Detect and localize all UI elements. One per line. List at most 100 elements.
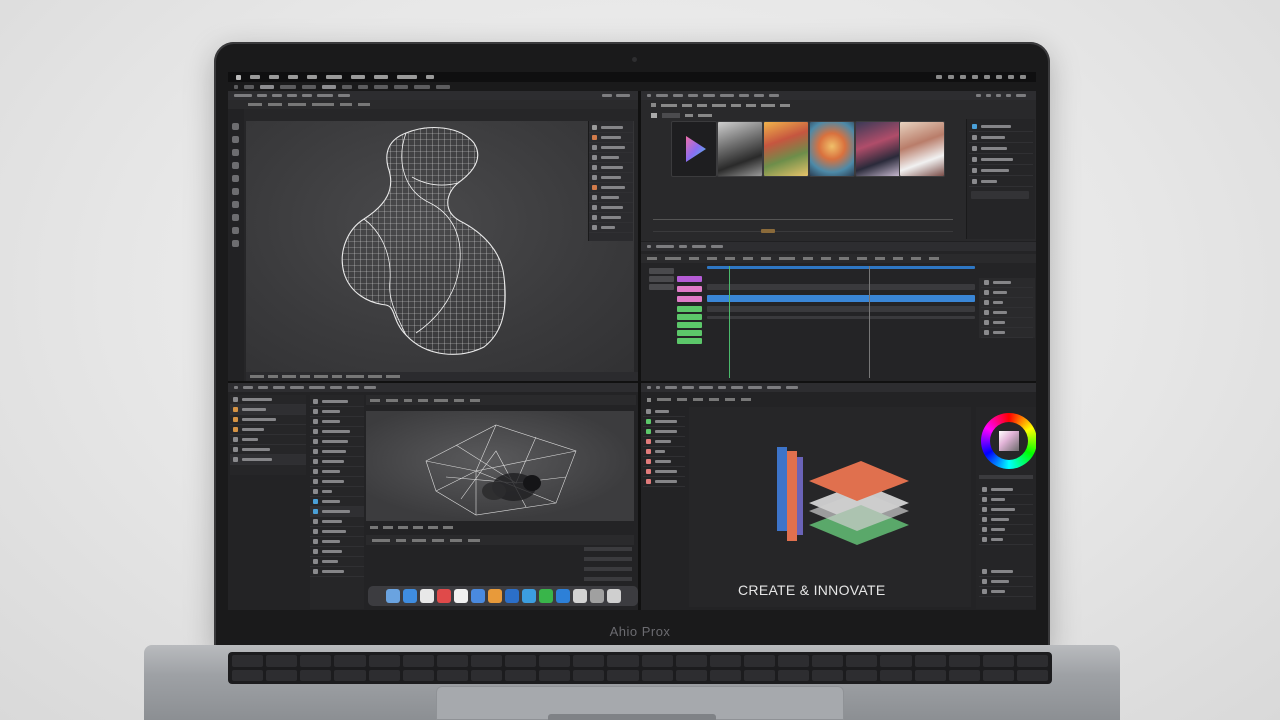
- toolbar-button[interactable]: [302, 84, 316, 89]
- clip-green[interactable]: [677, 306, 702, 312]
- toolbar-button[interactable]: [374, 84, 388, 89]
- finder-icon[interactable]: [385, 589, 400, 603]
- playhead[interactable]: [729, 266, 730, 378]
- scene-sliders: [584, 547, 632, 587]
- app-icon[interactable]: [572, 589, 587, 603]
- app-icon[interactable]: [555, 589, 570, 603]
- scrubber-handle[interactable]: [761, 229, 775, 233]
- properties-strip: [588, 121, 633, 241]
- logo-mark: [777, 447, 909, 545]
- viewport-canvas[interactable]: [246, 121, 634, 373]
- menu-item[interactable]: [351, 75, 365, 79]
- clip-pink[interactable]: [677, 296, 702, 302]
- inspector-field[interactable]: [971, 191, 1029, 199]
- media-scrubber[interactable]: [653, 219, 953, 220]
- app-icon[interactable]: [589, 589, 604, 603]
- design-canvas[interactable]: [689, 407, 971, 607]
- brand-label: Ahio Prox: [609, 624, 671, 639]
- calendar-icon[interactable]: [419, 589, 434, 603]
- select-tool-icon[interactable]: [232, 123, 239, 130]
- track-bar[interactable]: [707, 306, 975, 312]
- marker-line[interactable]: [869, 266, 870, 378]
- track-bar-selected[interactable]: [707, 295, 975, 302]
- menu-item[interactable]: [288, 75, 298, 79]
- media-thumb-4[interactable]: [855, 121, 901, 177]
- scene-viewport-canvas[interactable]: [366, 411, 634, 521]
- app-icon[interactable]: [538, 589, 553, 603]
- track-bar[interactable]: [707, 316, 975, 319]
- toolbar-button[interactable]: [394, 84, 408, 89]
- design-header: [641, 383, 1036, 392]
- media-thumb-5[interactable]: [899, 121, 945, 177]
- clip-green[interactable]: [677, 330, 702, 336]
- timeline-ruler[interactable]: [641, 254, 1036, 263]
- clip-green[interactable]: [677, 338, 702, 344]
- menu-item[interactable]: [426, 75, 434, 79]
- screen: CREATE & INNOVATE: [228, 72, 1036, 610]
- media-thumb-1[interactable]: [717, 121, 763, 177]
- app-icon[interactable]: [521, 589, 536, 603]
- menu-item[interactable]: [374, 75, 388, 79]
- media-thumb-3[interactable]: [809, 121, 855, 177]
- track-label[interactable]: [649, 284, 674, 290]
- app-icon[interactable]: [470, 589, 485, 603]
- app-icon[interactable]: [504, 589, 519, 603]
- transform-tool-icon[interactable]: [232, 175, 239, 182]
- measure-tool-icon[interactable]: [232, 201, 239, 208]
- menu-item[interactable]: [250, 75, 260, 79]
- toolbar-button[interactable]: [234, 84, 238, 89]
- toolbar-button[interactable]: [414, 84, 430, 89]
- camera-dot: [632, 57, 637, 62]
- cursor-tool-icon[interactable]: [232, 214, 239, 221]
- scene-viewport-header: [366, 395, 636, 405]
- clip-green[interactable]: [677, 314, 702, 320]
- hue-slider[interactable]: [979, 475, 1033, 479]
- toolbar-button[interactable]: [436, 84, 450, 89]
- media-scrubber-2[interactable]: [653, 231, 953, 232]
- trash-icon[interactable]: [606, 589, 621, 603]
- slider[interactable]: [584, 577, 632, 581]
- asset-panel: [310, 395, 364, 609]
- track-label[interactable]: [649, 276, 674, 282]
- viewport-header: [228, 91, 638, 100]
- track-bar[interactable]: [707, 266, 975, 269]
- apple-menu-icon[interactable]: [236, 74, 241, 80]
- zoom-tool-icon[interactable]: [232, 240, 239, 247]
- media-thumb-play[interactable]: [671, 121, 717, 177]
- annotate-tool-icon[interactable]: [232, 188, 239, 195]
- slider[interactable]: [584, 557, 632, 561]
- app-icon[interactable]: [436, 589, 451, 603]
- notes-icon[interactable]: [453, 589, 468, 603]
- menu-item[interactable]: [326, 75, 342, 79]
- menu-item[interactable]: [307, 75, 317, 79]
- toolbar-button[interactable]: [342, 84, 352, 89]
- color-picker-square[interactable]: [999, 431, 1019, 451]
- safari-icon[interactable]: [402, 589, 417, 603]
- toolbar-button[interactable]: [244, 84, 254, 89]
- track-bar[interactable]: [707, 284, 975, 290]
- outliner: [230, 395, 306, 475]
- add-tool-icon[interactable]: [232, 227, 239, 234]
- viewport-subheader: [228, 100, 638, 109]
- clip-pink[interactable]: [677, 286, 702, 292]
- slider[interactable]: [584, 567, 632, 571]
- menu-item[interactable]: [397, 75, 417, 79]
- toolbar-button[interactable]: [322, 84, 336, 89]
- play-icon: [686, 136, 706, 162]
- move-tool-icon[interactable]: [232, 136, 239, 143]
- menu-item[interactable]: [269, 75, 279, 79]
- app-icon[interactable]: [487, 589, 502, 603]
- track-label[interactable]: [649, 268, 674, 274]
- timeline-header: [641, 242, 1036, 251]
- toolbar-button[interactable]: [260, 84, 274, 89]
- rotate-tool-icon[interactable]: [232, 149, 239, 156]
- slider[interactable]: [584, 547, 632, 551]
- toolbar-button[interactable]: [358, 84, 368, 89]
- media-tabs: [651, 101, 951, 109]
- media-header: [641, 91, 1036, 100]
- toolbar-button[interactable]: [280, 84, 296, 89]
- clip-green[interactable]: [677, 322, 702, 328]
- scale-tool-icon[interactable]: [232, 162, 239, 169]
- clip-purple[interactable]: [677, 276, 702, 282]
- media-thumb-2[interactable]: [763, 121, 809, 177]
